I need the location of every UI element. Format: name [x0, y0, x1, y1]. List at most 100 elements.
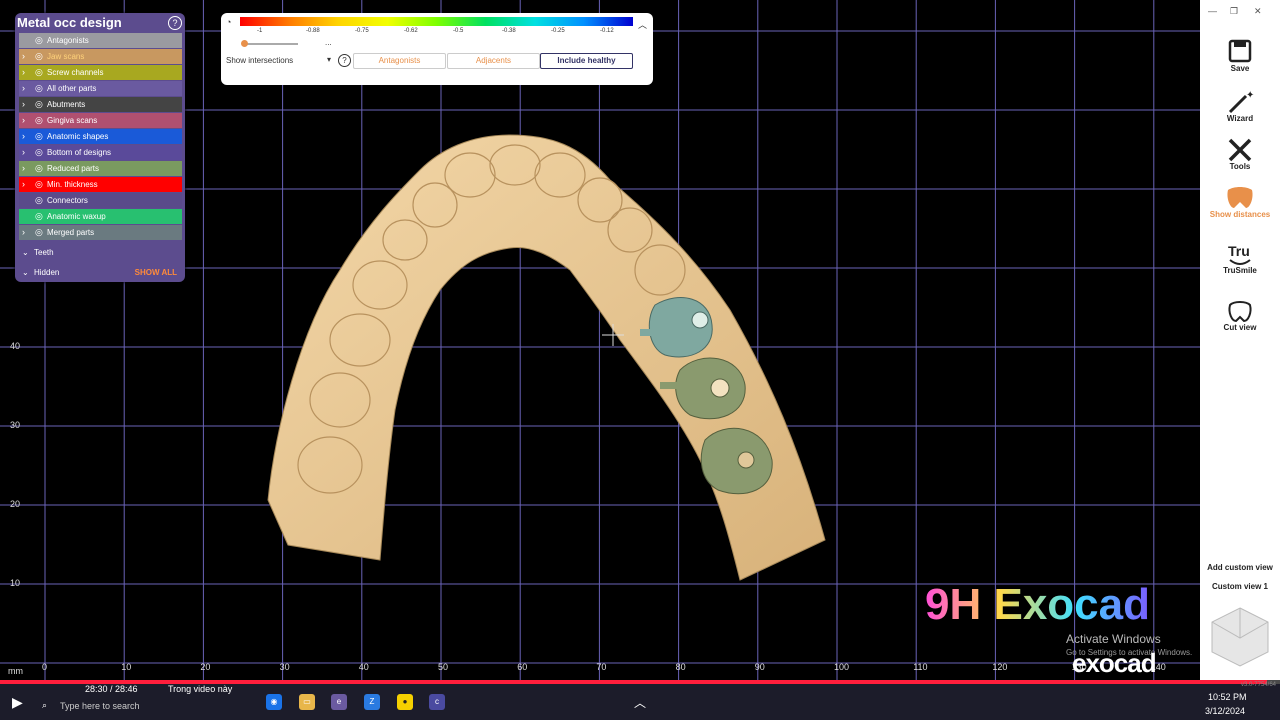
y-tick-label: 20 [10, 499, 21, 509]
group-row[interactable]: › ◎ Anatomic shapes [19, 129, 182, 144]
chevron-right-icon[interactable]: › [22, 225, 25, 240]
svg-text:Tru: Tru [1228, 243, 1250, 259]
show-all-button[interactable]: SHOW ALL [135, 265, 177, 281]
x-tick-label: 80 [675, 662, 686, 672]
group-label: Screw channels [47, 68, 104, 77]
teeth-label: Teeth [34, 248, 54, 257]
search-placeholder: Type here to search [60, 701, 140, 711]
cut-view-button[interactable]: Cut view [1200, 297, 1280, 332]
minimize-icon[interactable]: — [1208, 6, 1217, 16]
y-tick-label: 30 [10, 420, 21, 430]
chevron-down-icon[interactable]: ▾ [327, 55, 331, 64]
group-row[interactable]: › ◎ Jaw scans [19, 49, 182, 64]
teeth-section[interactable]: ⌄ Teeth [19, 245, 182, 261]
threshold-slider-handle[interactable] [241, 40, 248, 47]
scale-tick: -0.38 [502, 28, 516, 34]
group-row[interactable]: › ◎ Gingiva scans [19, 113, 182, 128]
visibility-eye-icon[interactable]: ◎ [35, 161, 43, 176]
chevron-right-icon[interactable]: › [22, 161, 25, 176]
chevron-right-icon[interactable]: › [22, 65, 25, 80]
visibility-eye-icon[interactable]: ◎ [35, 49, 43, 64]
trusmile-button[interactable]: Tru TruSmile [1200, 240, 1280, 275]
panel-title: Metal occ design [17, 15, 122, 30]
wizard-icon: ✦ [1228, 90, 1254, 114]
distance-panel: ◔ -1 -0.88 -0.75 -0.62 -0.5 -0.38 -0.25 -0.12 ︿… [221, 13, 653, 85]
group-label: Bottom of designs [47, 148, 112, 157]
x-tick-label: 110 [913, 662, 928, 672]
group-row[interactable]: › ◎ Abutments [19, 97, 182, 112]
visibility-eye-icon[interactable]: ◎ [35, 145, 43, 160]
chevron-right-icon[interactable]: › [22, 97, 25, 112]
group-row[interactable]: › ◎ All other parts [19, 81, 182, 96]
slider-value: ... [325, 38, 332, 47]
tools-button[interactable]: Tools [1200, 136, 1280, 171]
chevron-up-icon[interactable]: ︿ [634, 694, 646, 711]
search-box[interactable]: ⌕ Type here to search [36, 697, 156, 715]
group-row[interactable]: › ◎ Reduced parts [19, 161, 182, 176]
group-row[interactable]: › ◎ Bottom of designs [19, 145, 182, 160]
group-row[interactable]: › ◎ Merged parts [19, 225, 182, 240]
video-playing-label: Trong video này [168, 684, 233, 694]
hidden-label: Hidden [34, 268, 60, 277]
chevron-right-icon[interactable]: › [22, 49, 25, 64]
visibility-eye-icon[interactable]: ◎ [35, 129, 43, 144]
view-cube-icon[interactable] [1208, 604, 1272, 668]
group-row[interactable]: ◎ Antagonists [19, 33, 182, 48]
antagonists-button[interactable]: Antagonists [353, 53, 446, 69]
group-row[interactable]: › ◎ Screw channels [19, 65, 182, 80]
x-tick-label: 0 [42, 662, 48, 672]
zalo-icon[interactable]: Z [364, 694, 380, 710]
scale-tick: -1 [257, 28, 263, 34]
add-custom-view-button[interactable]: Add custom view [1200, 563, 1280, 572]
adjacents-button[interactable]: Adjacents [447, 53, 540, 69]
visibility-eye-icon[interactable]: ◎ [35, 81, 43, 96]
wizard-button[interactable]: ✦ Wizard [1200, 88, 1280, 123]
visibility-eye-icon[interactable]: ◎ [35, 209, 43, 224]
save-icon [1228, 39, 1252, 63]
visibility-eye-icon[interactable]: ◎ [35, 97, 43, 112]
visibility-eye-icon[interactable]: ◎ [35, 193, 43, 208]
chevron-right-icon[interactable]: › [22, 177, 25, 192]
hidden-section[interactable]: ⌄ Hidden SHOW ALL [19, 265, 182, 281]
chevron-down-icon: ⌄ [22, 268, 29, 277]
x-tick-label: 120 [992, 662, 1008, 672]
clock-time: 10:52 PM [1208, 692, 1247, 702]
help-icon[interactable]: ? [168, 16, 182, 30]
custom-view-1-button[interactable]: Custom view 1 [1200, 582, 1280, 591]
chevron-right-icon[interactable]: › [22, 81, 25, 96]
file-explorer-icon[interactable]: ▭ [299, 694, 315, 710]
chevron-up-icon[interactable]: ︿ [638, 18, 647, 31]
group-row[interactable]: › ◎ Min. thickness [19, 177, 182, 192]
y-tick-label: 40 [10, 341, 21, 351]
play-icon[interactable]: ▶ [12, 694, 23, 711]
kakao-icon[interactable]: ● [397, 694, 413, 710]
cad-app-icon[interactable]: c [429, 694, 445, 710]
visibility-eye-icon[interactable]: ◎ [35, 113, 43, 128]
group-row[interactable]: ◎ Anatomic waxup [19, 209, 182, 224]
group-row[interactable]: ◎ Connectors [19, 193, 182, 208]
show-distances-button[interactable]: Show distances [1200, 184, 1280, 219]
scale-tick: -0.75 [355, 28, 369, 34]
y-tick-label: 10 [10, 578, 21, 588]
x-tick-label: 70 [596, 662, 607, 672]
include-healthy-button[interactable]: Include healthy [540, 53, 633, 69]
chevron-right-icon[interactable]: › [22, 129, 25, 144]
restore-icon[interactable]: ❐ [1230, 6, 1238, 17]
toolbar-item-label: Show distances [1209, 210, 1271, 219]
scale-tick: -0.5 [453, 28, 464, 34]
chevron-right-icon[interactable]: › [22, 145, 25, 160]
chevron-right-icon[interactable]: › [22, 113, 25, 128]
visibility-eye-icon[interactable]: ◎ [35, 177, 43, 192]
save-button[interactable]: Save [1200, 38, 1280, 73]
visibility-eye-icon[interactable]: ◎ [35, 65, 43, 80]
visibility-eye-icon[interactable]: ◎ [35, 33, 43, 48]
threshold-slider-track[interactable] [243, 43, 298, 45]
show-intersections-dropdown[interactable]: Show intersections [226, 56, 293, 65]
exocad-app-icon[interactable]: e [331, 694, 347, 710]
cut-view-icon [1228, 301, 1252, 323]
distance-color-scale [240, 17, 633, 26]
help-icon[interactable]: ? [338, 54, 351, 67]
close-icon[interactable]: ✕ [1254, 6, 1262, 17]
visibility-eye-icon[interactable]: ◎ [35, 225, 43, 240]
chrome-icon[interactable]: ◉ [266, 694, 282, 710]
